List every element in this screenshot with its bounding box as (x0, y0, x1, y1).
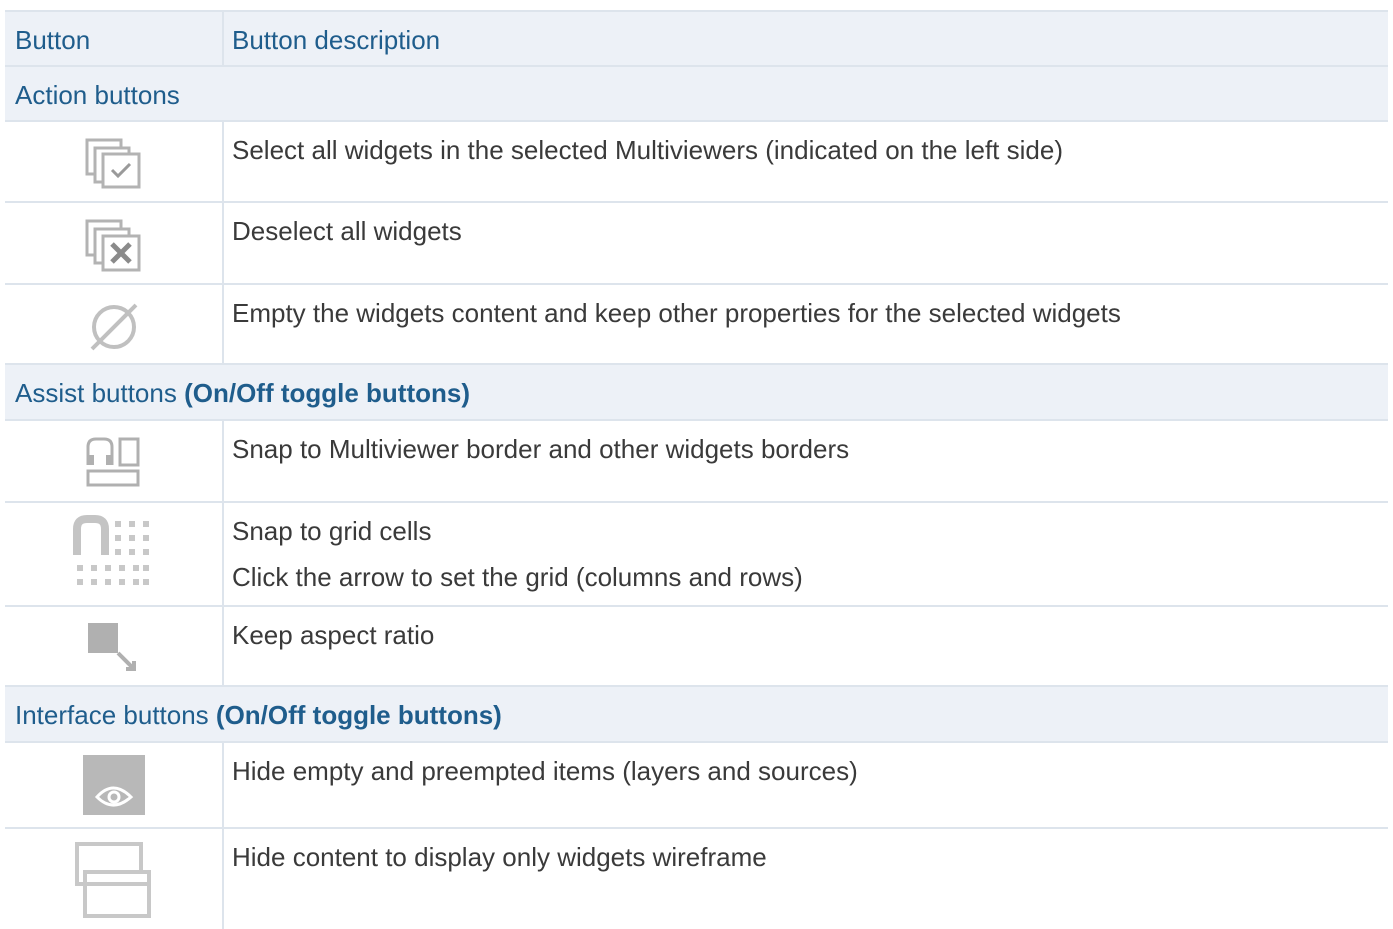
aspect-ratio-icon[interactable] (84, 619, 144, 675)
row-description-line-2: Click the arrow to set the grid (columns… (232, 562, 803, 592)
section-row-action: Action buttons (5, 67, 1388, 122)
snap-border-icon[interactable] (84, 435, 144, 489)
table-row: Keep aspect ratio (5, 607, 1388, 687)
table-row: Hide empty and preempted items (layers a… (5, 743, 1388, 829)
table-row: Select all widgets in the selected Multi… (5, 122, 1388, 203)
row-description: Keep aspect ratio (232, 620, 435, 650)
row-description: Snap to Multiviewer border and other wid… (232, 434, 850, 464)
table-row: Deselect all widgets (5, 203, 1388, 285)
section-title: Action buttons (15, 80, 180, 110)
row-description: Hide empty and preempted items (layers a… (232, 756, 858, 786)
deselect-all-icon[interactable] (85, 219, 143, 273)
row-description: Hide content to display only widgets wir… (232, 842, 767, 872)
row-description: Empty the widgets content and keep other… (232, 298, 1121, 328)
section-row-interface: Interface buttons (On/Off toggle buttons… (5, 687, 1388, 743)
table-row: Snap to grid cells Click the arrow to se… (5, 503, 1388, 607)
table-row: Hide content to display only widgets wir… (5, 829, 1388, 929)
table-row: Empty the widgets content and keep other… (5, 285, 1388, 365)
select-all-icon[interactable] (85, 138, 143, 190)
row-description: Snap to grid cells (232, 516, 432, 546)
row-description: Select all widgets in the selected Multi… (232, 135, 1063, 165)
wireframe-icon[interactable] (74, 841, 154, 921)
section-title: Assist buttons (15, 378, 185, 408)
snap-grid-icon[interactable] (72, 513, 155, 595)
section-title-suffix: (On/Off toggle buttons) (184, 378, 471, 408)
table-row: Snap to Multiviewer border and other wid… (5, 421, 1388, 503)
section-title: Interface buttons (15, 700, 216, 730)
header-button-col: Button (5, 12, 224, 65)
button-reference-table: Button Button description Action buttons… (5, 10, 1388, 929)
header-description-col: Button description (232, 25, 441, 55)
eye-icon[interactable] (82, 755, 145, 815)
row-description: Deselect all widgets (232, 216, 462, 246)
table-header-row: Button Button description (5, 12, 1388, 67)
empty-content-icon[interactable] (86, 301, 142, 351)
section-title-suffix: (On/Off toggle buttons) (215, 700, 502, 730)
section-row-assist: Assist buttons (On/Off toggle buttons) (5, 365, 1388, 421)
